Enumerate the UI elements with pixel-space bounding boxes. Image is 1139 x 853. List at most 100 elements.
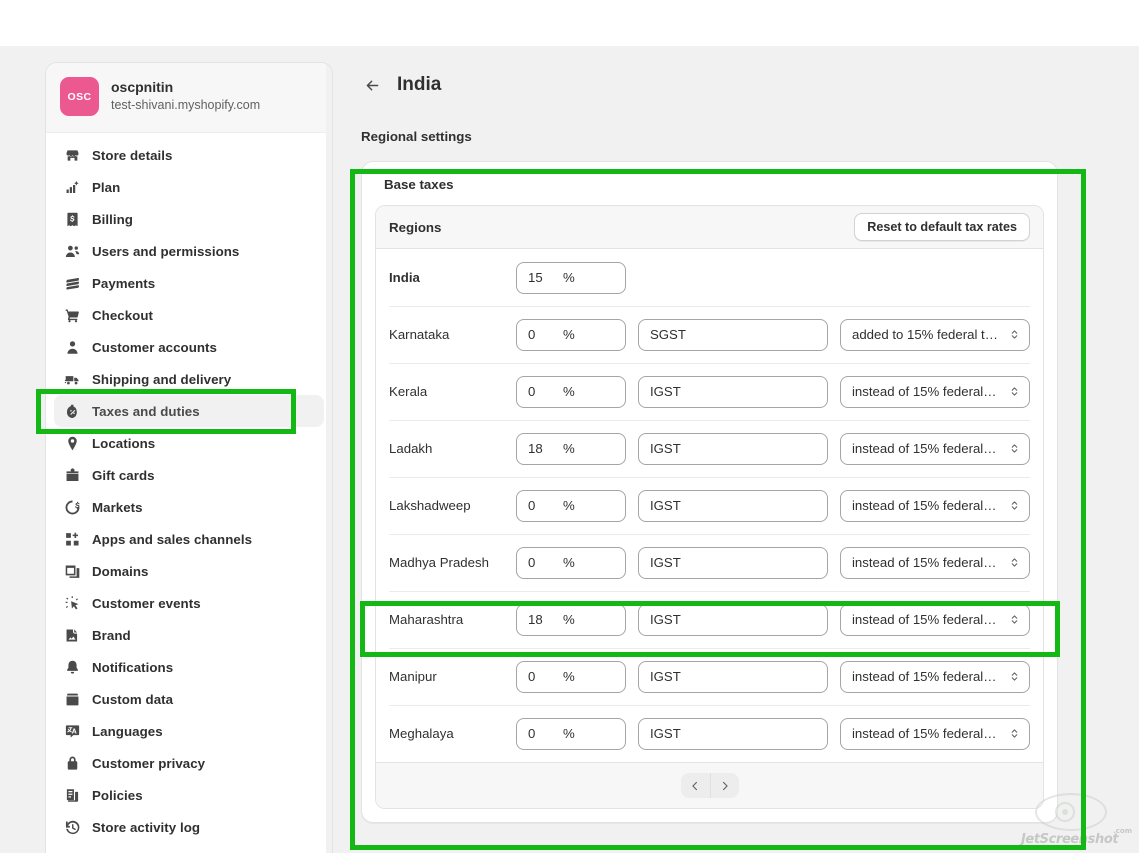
table-row: India15% [376, 249, 1043, 306]
sidebar-item-shipping-and-delivery[interactable]: Shipping and delivery [54, 363, 324, 395]
pagination-bar [376, 762, 1043, 808]
activity-log-icon [63, 818, 81, 836]
sidebar-item-checkout[interactable]: Checkout [54, 299, 324, 331]
tax-rate-input[interactable]: 0% [516, 718, 626, 750]
tax-rate-input[interactable]: 0% [516, 661, 626, 693]
percent-suffix: % [563, 555, 575, 570]
sidebar-item-custom-data[interactable]: Custom data [54, 683, 324, 715]
sidebar-item-plan[interactable]: Plan [54, 171, 324, 203]
sidebar-item-label: Customer events [92, 596, 201, 611]
tax-behavior-value: instead of 15% federal… [852, 384, 996, 399]
store-meta: oscpnitin test-shivani.myshopify.com [111, 79, 260, 114]
sidebar-item-billing[interactable]: Billing [54, 203, 324, 235]
billing-icon [63, 210, 81, 228]
tax-rate-input[interactable]: 18% [516, 604, 626, 636]
regions-header-title: Regions [389, 220, 441, 235]
sidebar-item-markets[interactable]: Markets [54, 491, 324, 523]
tax-name-input[interactable]: IGST [638, 718, 828, 750]
sidebar-item-label: Billing [92, 212, 133, 227]
table-row: Maharashtra18% IGST instead of 15% federal… [376, 591, 1043, 648]
sidebar-item-languages[interactable]: Languages [54, 715, 324, 747]
region-name: Ladakh [389, 441, 516, 456]
tax-behavior-value: added to 15% federal t… [852, 327, 998, 342]
percent-suffix: % [563, 669, 575, 684]
tax-behavior-value: instead of 15% federal… [852, 669, 996, 684]
table-row: Meghalaya0%IGSTinstead of 15% federal… [376, 705, 1043, 762]
percent-suffix: % [563, 327, 575, 342]
tax-rate-input[interactable]: 0% [516, 490, 626, 522]
tax-name-input[interactable]: IGST [638, 604, 828, 636]
tax-rate-value: 0 [517, 498, 563, 513]
sidebar-item-label: Store activity log [92, 820, 200, 835]
tax-name-input[interactable]: IGST [638, 376, 828, 408]
chevron-right-icon[interactable] [710, 773, 739, 798]
chevron-left-icon[interactable] [681, 773, 710, 798]
sidebar-item-locations[interactable]: Locations [54, 427, 324, 459]
tax-rate-input[interactable]: 0% [516, 319, 626, 351]
select-chevron-updown-icon [1008, 499, 1021, 512]
select-chevron-updown-icon [1008, 613, 1021, 626]
select-chevron-updown-icon [1008, 670, 1021, 683]
sidebar-item-label: Apps and sales channels [92, 532, 252, 547]
region-name: Lakshadweep [389, 498, 516, 513]
back-arrow-icon[interactable] [361, 74, 383, 96]
domain-window-icon [63, 562, 81, 580]
tax-rate-input[interactable]: 0% [516, 547, 626, 579]
store-domain: test-shivani.myshopify.com [111, 97, 260, 114]
region-name: Maharashtra [389, 612, 516, 627]
store-header[interactable]: OSC oscpnitin test-shivani.myshopify.com [46, 63, 332, 133]
sidebar-item-domains[interactable]: Domains [54, 555, 324, 587]
tax-behavior-select[interactable]: instead of 15% federal… [840, 376, 1030, 408]
brand-image-icon [63, 626, 81, 644]
tax-rate-input[interactable]: 0% [516, 376, 626, 408]
checkout-cart-icon [63, 306, 81, 324]
tax-behavior-select[interactable]: added to 15% federal t… [840, 319, 1030, 351]
sidebar-item-policies[interactable]: Policies [54, 779, 324, 811]
tax-behavior-select[interactable]: instead of 15% federal… [840, 433, 1030, 465]
tax-rate-input[interactable]: 15% [516, 262, 626, 294]
percent-suffix: % [563, 384, 575, 399]
tax-behavior-select[interactable]: instead of 15% federal… [840, 490, 1030, 522]
tax-name-input[interactable]: IGST [638, 490, 828, 522]
tax-behavior-select[interactable]: instead of 15% federal… [840, 718, 1030, 750]
screenshot-root: OSC oscpnitin test-shivani.myshopify.com… [0, 0, 1139, 853]
sidebar-item-customer-accounts[interactable]: Customer accounts [54, 331, 324, 363]
tax-bag-icon [63, 402, 81, 420]
delivery-truck-icon [63, 370, 81, 388]
sidebar-item-customer-events[interactable]: Customer events [54, 587, 324, 619]
tax-name-input[interactable]: SGST [638, 319, 828, 351]
sidebar-nav: Store detailsPlan Billing Users and permis… [46, 133, 332, 843]
tax-rate-value: 0 [517, 726, 563, 741]
sidebar-item-payments[interactable]: Payments [54, 267, 324, 299]
select-chevron-updown-icon [1008, 727, 1021, 740]
sidebar-item-apps-and-sales-channels[interactable]: Apps and sales channels [54, 523, 324, 555]
tax-name-input[interactable]: IGST [638, 661, 828, 693]
tax-name-value: IGST [639, 498, 681, 513]
tax-behavior-select[interactable]: instead of 15% federal… [840, 661, 1030, 693]
sidebar-item-users-and-permissions[interactable]: Users and permissions [54, 235, 324, 267]
tax-name-input[interactable]: IGST [638, 547, 828, 579]
percent-suffix: % [563, 612, 575, 627]
sidebar-scrollbar[interactable] [326, 63, 332, 853]
sidebar-item-gift-cards[interactable]: Gift cards [54, 459, 324, 491]
tax-behavior-select[interactable]: instead of 15% federal… [840, 604, 1030, 636]
payments-icon [63, 274, 81, 292]
tax-behavior-value: instead of 15% federal… [852, 441, 996, 456]
sidebar-item-label: Users and permissions [92, 244, 239, 259]
sidebar-item-taxes-and-duties[interactable]: Taxes and duties [54, 395, 324, 427]
sidebar-item-store-activity-log[interactable]: Store activity log [54, 811, 324, 843]
globe-currency-icon [63, 498, 81, 516]
pagination [681, 773, 739, 798]
table-row: Kerala0%IGSTinstead of 15% federal… [376, 363, 1043, 420]
reset-to-default-tax-rates-button[interactable]: Reset to default tax rates [854, 213, 1030, 241]
sidebar-item-notifications[interactable]: Notifications [54, 651, 324, 683]
sidebar-item-customer-privacy[interactable]: Customer privacy [54, 747, 324, 779]
tax-rate-input[interactable]: 18% [516, 433, 626, 465]
tax-name-input[interactable]: IGST [638, 433, 828, 465]
sidebar-item-store-details[interactable]: Store details [54, 139, 324, 171]
tax-behavior-select[interactable]: instead of 15% federal… [840, 547, 1030, 579]
sidebar-item-label: Shipping and delivery [92, 372, 231, 387]
sidebar-item-brand[interactable]: Brand [54, 619, 324, 651]
sidebar-item-label: Customer privacy [92, 756, 205, 771]
select-chevron-updown-icon [1008, 556, 1021, 569]
